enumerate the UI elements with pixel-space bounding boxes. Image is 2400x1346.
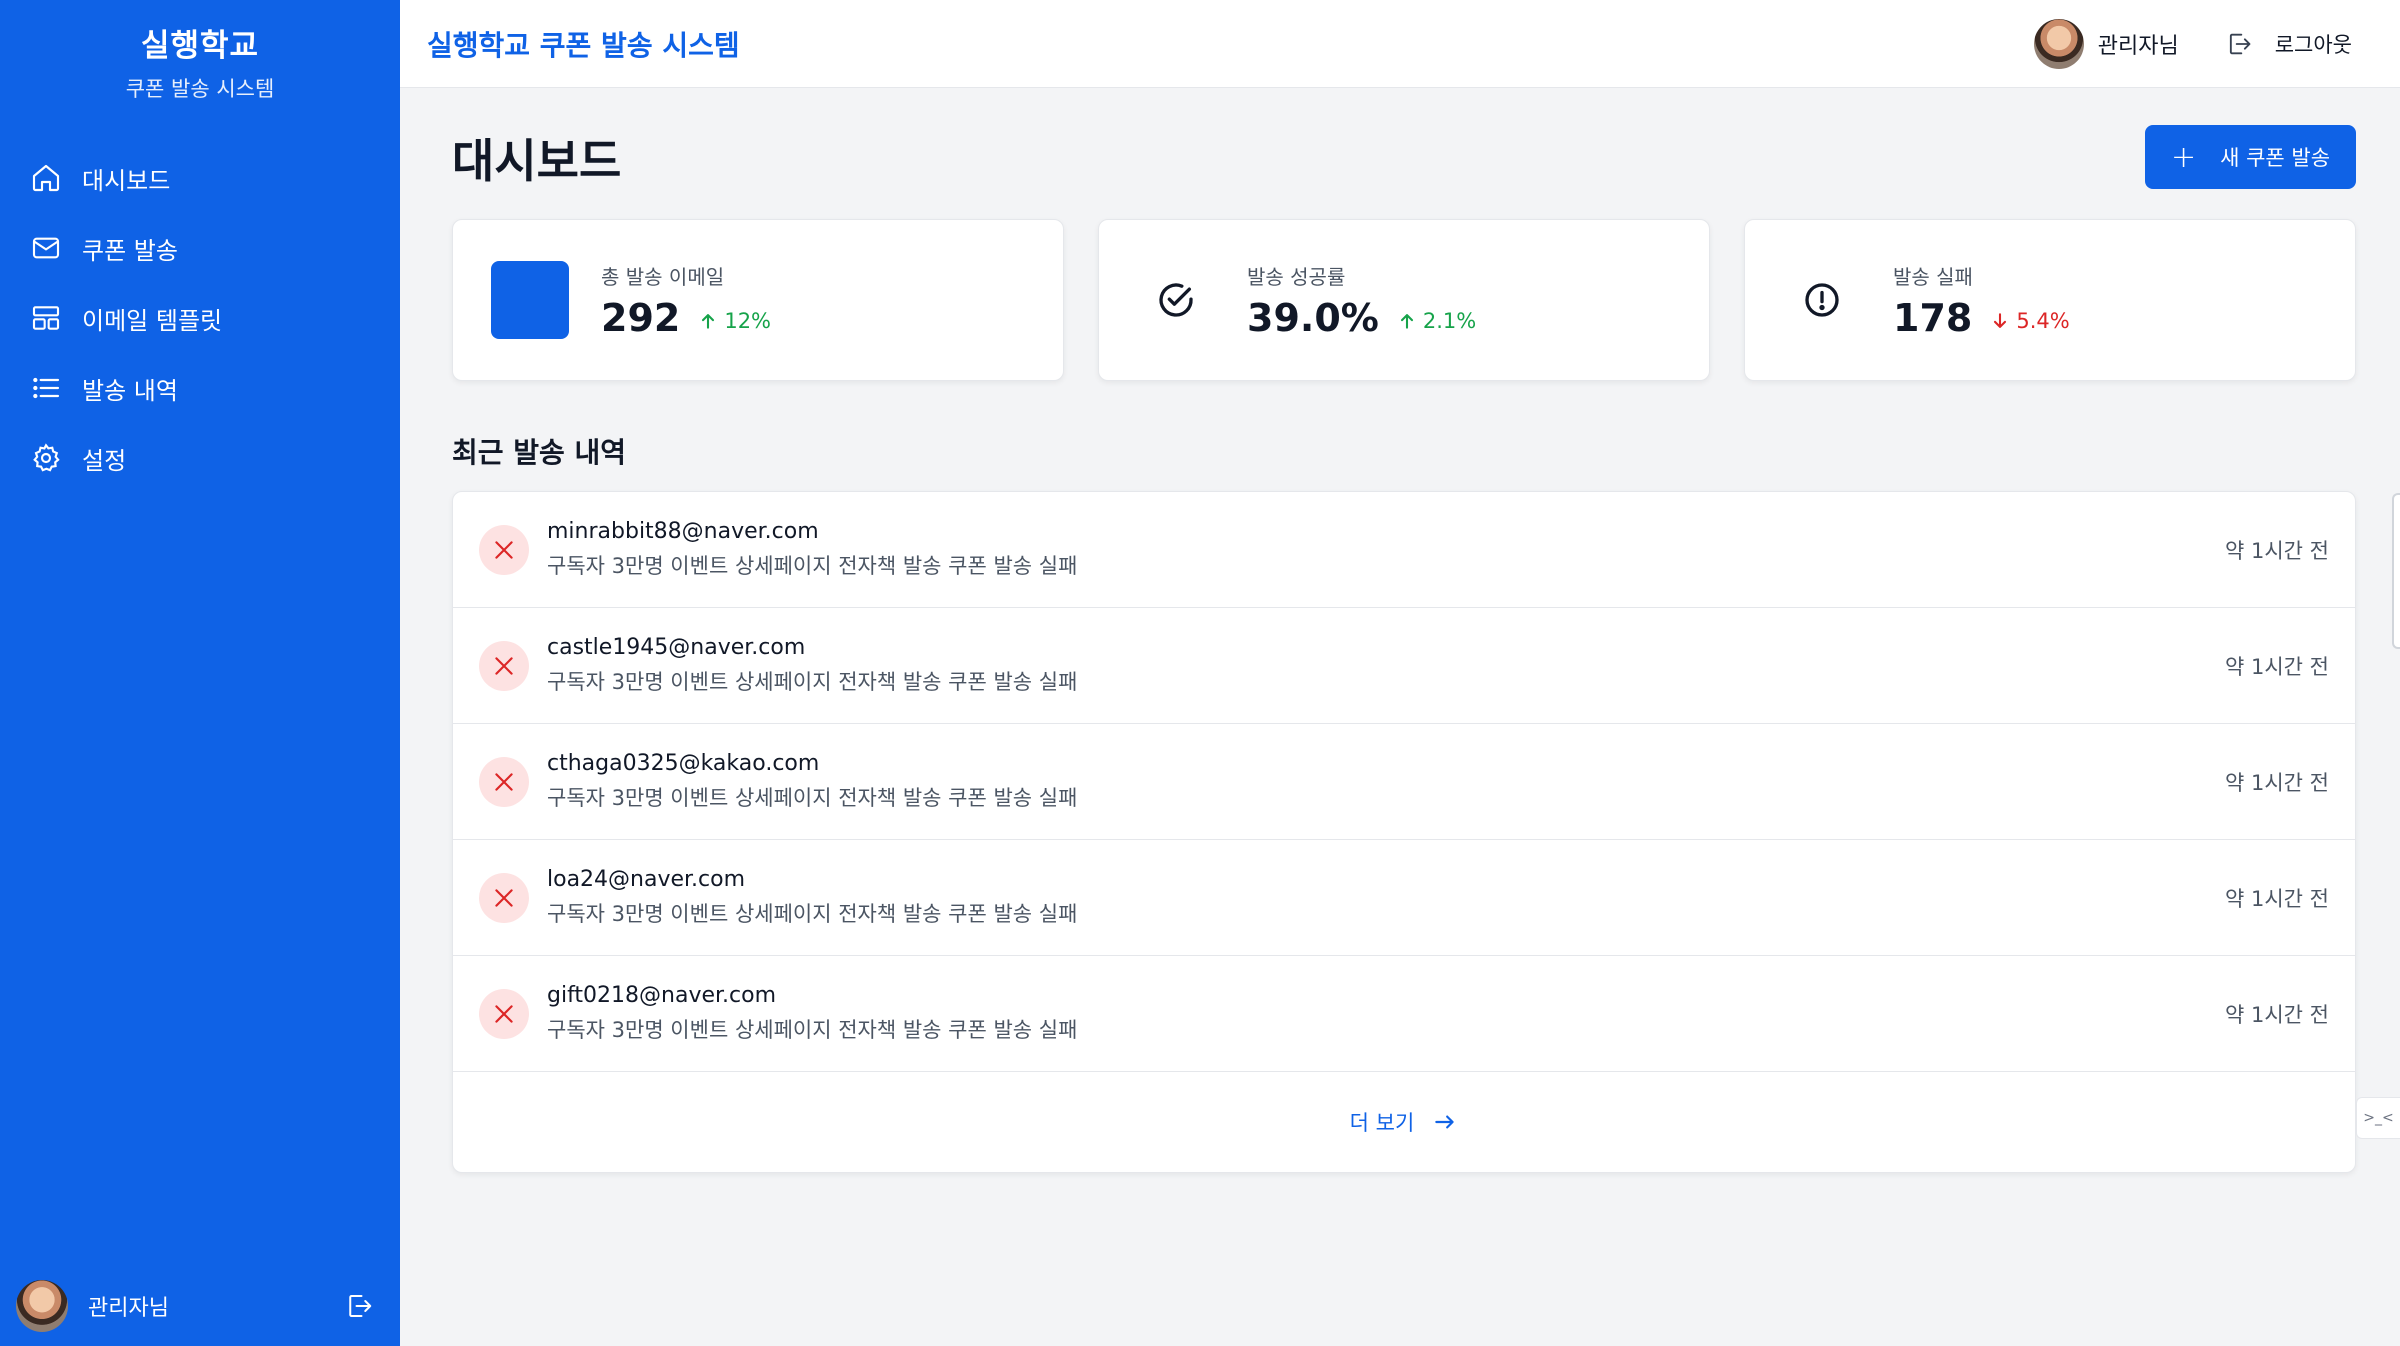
header-title[interactable]: 실행학교 쿠폰 발송 시스템 — [427, 24, 2034, 64]
send-time: 약 1시간 전 — [2225, 886, 2329, 911]
recipient-email: loa24@naver.com — [547, 867, 746, 892]
brand-subtitle: 쿠폰 발송 시스템 — [125, 77, 275, 101]
stat-delta: 2.1% — [1397, 309, 1476, 333]
sidebar-nav: 대시보드 쿠폰 발송 이메일 템플릿 발송 내역 설정 — [0, 143, 400, 493]
list-item[interactable]: castle1945@naver.com 구독자 3만명 이벤트 상세페이지 전… — [453, 608, 2355, 724]
avatar — [16, 1280, 68, 1332]
send-time: 약 1시간 전 — [2225, 770, 2329, 795]
stat-delta-value: 12% — [724, 308, 772, 333]
stats-row: 총 발송 이메일 292 12% 발송 성공률 39.0% 2.1% 발송 실패… — [452, 219, 2356, 381]
check-circle-icon — [1137, 261, 1215, 339]
plus-icon: + — [2170, 139, 2197, 175]
main-content: 대시보드 + 새 쿠폰 발송 총 발송 이메일 292 12% 발송 성공률 3… — [452, 88, 2356, 1173]
stat-delta: 12% — [698, 309, 771, 333]
send-description: 구독자 3만명 이벤트 상세페이지 전자책 발송 쿠폰 발송 실패 — [547, 786, 1078, 810]
stat-delta-value: 2.1% — [1422, 308, 1477, 333]
send-description: 구독자 3만명 이벤트 상세페이지 전자책 발송 쿠폰 발송 실패 — [547, 554, 1078, 578]
recipient-email: castle1945@naver.com — [547, 635, 806, 660]
send-description: 구독자 3만명 이벤트 상세페이지 전자책 발송 쿠폰 발송 실패 — [547, 1018, 1078, 1042]
page-title: 대시보드 — [452, 134, 622, 188]
send-time: 약 1시간 전 — [2225, 1002, 2329, 1027]
sidebar-item-email-template[interactable]: 이메일 템플릿 — [0, 283, 400, 353]
list-item[interactable]: minrabbit88@naver.com 구독자 3만명 이벤트 상세페이지 … — [453, 492, 2355, 608]
sidebar-item-label: 이메일 템플릿 — [82, 306, 223, 335]
recent-list: minrabbit88@naver.com 구독자 3만명 이벤트 상세페이지 … — [452, 491, 2356, 1173]
new-coupon-button[interactable]: + 새 쿠폰 발송 — [2145, 125, 2356, 189]
arrow-up-icon — [1400, 313, 1413, 329]
sidebar-item-label: 쿠폰 발송 — [82, 236, 178, 265]
side-panel-handle[interactable] — [2392, 493, 2400, 649]
view-more-label: 더 보기 — [1349, 1111, 1415, 1135]
recent-section-title: 최근 발송 내역 — [452, 436, 627, 469]
fail-icon — [479, 524, 529, 575]
stat-delta: 5.4% — [1990, 308, 2070, 333]
arrow-down-icon — [1994, 312, 2007, 328]
header-user: 관리자님 로그아웃 — [2033, 18, 2352, 69]
header-user-name: 관리자님 — [2097, 33, 2179, 59]
stat-value: 178 — [1893, 295, 1973, 340]
sidebar-item-settings[interactable]: 설정 — [0, 423, 400, 493]
sidebar-user-name: 관리자님 — [88, 1296, 169, 1321]
arrow-up-icon — [702, 313, 715, 329]
fail-icon — [479, 872, 529, 923]
arrow-right-icon — [1435, 1115, 1454, 1129]
view-more-link[interactable]: 더 보기 — [453, 1072, 2355, 1172]
stat-label: 발송 실패 — [1893, 264, 1973, 289]
list-item[interactable]: gift0218@naver.com 구독자 3만명 이벤트 상세페이지 전자책… — [453, 956, 2355, 1072]
recipient-email: gift0218@naver.com — [547, 983, 777, 1008]
new-coupon-label: 새 쿠폰 발송 — [2220, 146, 2331, 170]
dev-tools-icon[interactable]: >_< — [2356, 1097, 2400, 1139]
mail-icon — [30, 232, 62, 264]
send-time: 약 1시간 전 — [2225, 654, 2329, 679]
send-description: 구독자 3만명 이벤트 상세페이지 전자책 발송 쿠폰 발송 실패 — [547, 902, 1078, 926]
avatar[interactable] — [2033, 18, 2084, 69]
home-icon — [30, 162, 62, 194]
recipient-email: minrabbit88@naver.com — [547, 519, 819, 544]
top-header: 실행학교 쿠폰 발송 시스템 관리자님 로그아웃 — [400, 0, 2400, 88]
sidebar: 실행학교 쿠폰 발송 시스템 대시보드 쿠폰 발송 이메일 템플릿 발송 내역 — [0, 0, 400, 1346]
fail-icon — [479, 988, 529, 1039]
brand: 실행학교 쿠폰 발송 시스템 — [0, 0, 400, 103]
alert-circle-icon — [1783, 261, 1861, 339]
logout-icon — [2229, 33, 2251, 54]
gear-icon — [30, 442, 62, 474]
sidebar-item-coupon-send[interactable]: 쿠폰 발송 — [0, 213, 400, 283]
sidebar-user: 관리자님 — [16, 1266, 384, 1346]
sidebar-item-label: 대시보드 — [82, 166, 171, 195]
sidebar-item-dashboard[interactable]: 대시보드 — [0, 143, 400, 213]
page-head: 대시보드 + 새 쿠폰 발송 — [452, 88, 2356, 228]
send-time: 약 1시간 전 — [2225, 538, 2329, 563]
stat-value: 39.0% — [1247, 295, 1379, 340]
sidebar-item-label: 설정 — [82, 446, 127, 475]
recipient-email: cthaga0325@kakao.com — [547, 751, 820, 776]
list-icon — [30, 372, 62, 404]
sidebar-item-label: 발송 내역 — [82, 376, 178, 405]
list-item[interactable]: cthaga0325@kakao.com 구독자 3만명 이벤트 상세페이지 전… — [453, 724, 2355, 840]
email-count-icon — [491, 261, 569, 339]
brand-title: 실행학교 — [140, 28, 260, 64]
logout-label: 로그아웃 — [2274, 32, 2352, 57]
fail-icon — [479, 640, 529, 691]
template-icon — [30, 302, 62, 334]
logout-icon[interactable] — [344, 1291, 374, 1321]
logout-button[interactable]: 로그아웃 — [2225, 29, 2352, 59]
fail-icon — [479, 756, 529, 807]
stat-label: 총 발송 이메일 — [601, 264, 725, 289]
stat-delta-value: 5.4% — [2016, 308, 2070, 333]
stat-card-success-rate: 발송 성공률 39.0% 2.1% — [1098, 219, 1710, 381]
sidebar-item-send-history[interactable]: 발송 내역 — [0, 353, 400, 423]
stat-label: 발송 성공률 — [1247, 264, 1346, 289]
list-item[interactable]: loa24@naver.com 구독자 3만명 이벤트 상세페이지 전자책 발송… — [453, 840, 2355, 956]
stat-card-total: 총 발송 이메일 292 12% — [452, 219, 1064, 381]
stat-card-failed: 발송 실패 178 5.4% — [1744, 219, 2356, 381]
stat-value: 292 — [601, 295, 681, 340]
send-description: 구독자 3만명 이벤트 상세페이지 전자책 발송 쿠폰 발송 실패 — [547, 670, 1078, 694]
